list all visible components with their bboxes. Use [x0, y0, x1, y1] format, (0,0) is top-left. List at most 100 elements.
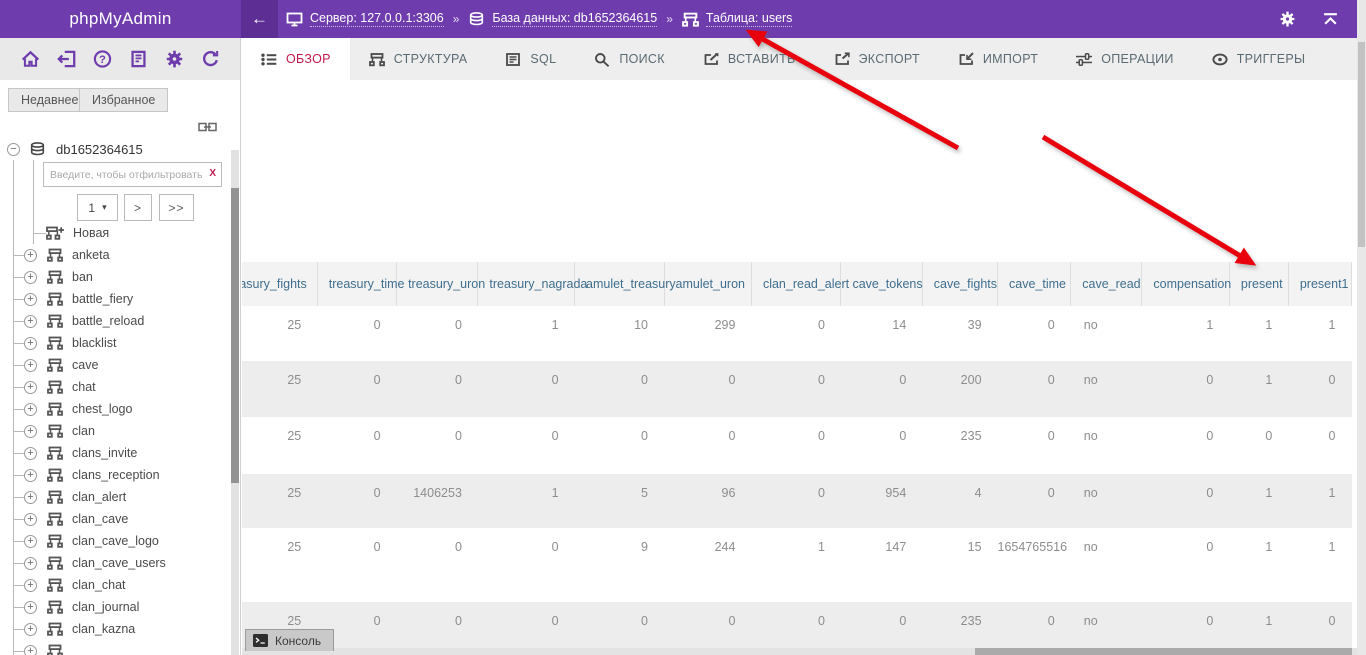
- horizontal-scrollbar-thumb[interactable]: [975, 648, 1352, 655]
- vertical-scrollbar-thumb[interactable]: [1358, 42, 1365, 247]
- sidebar-item-ban[interactable]: +ban: [0, 266, 230, 288]
- tab-импорт[interactable]: ИМПОРТ: [939, 38, 1057, 80]
- tab-вставить[interactable]: ВСТАВИТЬ: [684, 38, 815, 80]
- sidebar-item-chest_logo[interactable]: +chest_logo: [0, 398, 230, 420]
- expand-icon[interactable]: +: [24, 337, 37, 350]
- last-page-button[interactable]: >>: [159, 194, 194, 221]
- collapse-db-icon[interactable]: −: [7, 143, 20, 156]
- column-header-cave_tokens[interactable]: cave_tokens: [841, 262, 922, 306]
- sidebar-item-clan_cave_users[interactable]: +clan_cave_users: [0, 552, 230, 574]
- tab-обзор[interactable]: ОБЗОР: [242, 38, 350, 80]
- column-header-cave_time[interactable]: cave_time: [998, 262, 1071, 306]
- breadcrumb-item[interactable]: Сервер: 127.0.0.1:3306: [286, 11, 444, 27]
- results-table-wrap: treasury_fightstreasury_timetreasury_uro…: [242, 262, 1352, 649]
- expand-icon[interactable]: +: [24, 359, 37, 372]
- column-header-label: treasury_time: [329, 277, 405, 291]
- tab-экспорт[interactable]: ЭКСПОРТ: [815, 38, 939, 80]
- column-header-compensation[interactable]: compensation: [1142, 262, 1229, 306]
- column-header-cave_fights[interactable]: cave_fights: [922, 262, 997, 306]
- expand-icon[interactable]: +: [24, 249, 37, 262]
- sidebar-item-battle_reload[interactable]: +battle_reload: [0, 310, 230, 332]
- page-select-value: 1: [88, 201, 95, 215]
- expand-icon[interactable]: +: [24, 315, 37, 328]
- column-header-clan_read_alert[interactable]: clan_read_alert: [751, 262, 840, 306]
- column-header-treasury_time[interactable]: treasury_time: [317, 262, 396, 306]
- logout-button[interactable]: [57, 50, 76, 68]
- table-icon: [47, 380, 63, 394]
- expand-icon[interactable]: +: [24, 535, 37, 548]
- tab-label: ЭКСПОРТ: [859, 52, 920, 66]
- breadcrumb-separator: »: [666, 12, 673, 26]
- expand-icon[interactable]: +: [24, 381, 37, 394]
- expand-icon[interactable]: +: [24, 403, 37, 416]
- sidebar-item-clans_invite[interactable]: +clans_invite: [0, 442, 230, 464]
- help-button[interactable]: ?: [93, 50, 112, 68]
- breadcrumb-item[interactable]: Таблица: users: [682, 11, 793, 27]
- panel-settings-button[interactable]: [165, 50, 184, 68]
- sidebar-item-clipped[interactable]: +: [0, 640, 230, 655]
- console-button[interactable]: Консоль: [245, 629, 334, 651]
- sidebar-scrollbar-thumb[interactable]: [231, 188, 239, 483]
- expand-icon[interactable]: +: [24, 557, 37, 570]
- tab-поиск[interactable]: ПОИСК: [575, 38, 684, 80]
- sidebar-item-chat[interactable]: +chat: [0, 376, 230, 398]
- sidebar-item-clan[interactable]: +clan: [0, 420, 230, 442]
- expand-icon[interactable]: +: [24, 293, 37, 306]
- column-header-treasury_fights[interactable]: treasury_fights: [242, 262, 317, 306]
- vertical-scrollbar[interactable]: [1357, 0, 1366, 655]
- next-page-button[interactable]: >: [124, 194, 152, 221]
- expand-icon[interactable]: +: [24, 623, 37, 636]
- cell-present1: 1: [1288, 474, 1351, 528]
- settings-button[interactable]: [1279, 11, 1296, 27]
- expand-icon[interactable]: +: [24, 425, 37, 438]
- sidebar-item-clans_reception[interactable]: +clans_reception: [0, 464, 230, 486]
- sidebar-item-clan_chat[interactable]: +clan_chat: [0, 574, 230, 596]
- sidebar-item-clan_journal[interactable]: +clan_journal: [0, 596, 230, 618]
- clear-filter-button[interactable]: X: [209, 168, 216, 179]
- expand-icon[interactable]: +: [24, 271, 37, 284]
- horizontal-scrollbar[interactable]: [242, 648, 1357, 655]
- sidebar-item-clan_alert[interactable]: +clan_alert: [0, 486, 230, 508]
- sidebar-item-clan_cave[interactable]: +clan_cave: [0, 508, 230, 530]
- documentation-button[interactable]: [129, 50, 148, 68]
- tab-структура[interactable]: СТРУКТУРА: [350, 38, 487, 80]
- sidebar-item-battle_fiery[interactable]: +battle_fiery: [0, 288, 230, 310]
- column-header-present[interactable]: present: [1229, 262, 1288, 306]
- expand-icon[interactable]: +: [24, 491, 37, 504]
- sidebar-item-blacklist[interactable]: +blacklist: [0, 332, 230, 354]
- link-panels-icon[interactable]: [198, 120, 217, 134]
- sidebar-item-new-table[interactable]: Новая: [0, 222, 230, 244]
- sidebar-item-database[interactable]: − db1652364615: [0, 138, 143, 160]
- expand-icon[interactable]: +: [24, 579, 37, 592]
- results-body: 2500110299014390no1112500000002000no0102…: [242, 306, 1352, 649]
- column-header-amulet_treasury[interactable]: amulet_treasury: [575, 262, 664, 306]
- refresh-button[interactable]: [201, 50, 220, 68]
- back-button[interactable]: ←: [241, 0, 278, 38]
- tab-операции[interactable]: ОПЕРАЦИИ: [1057, 38, 1193, 80]
- column-header-amulet_uron[interactable]: amulet_uron: [664, 262, 751, 306]
- expand-icon[interactable]: +: [24, 469, 37, 482]
- page-select[interactable]: 1 ▾: [77, 194, 118, 221]
- breadcrumb-item[interactable]: База данных: db1652364615: [468, 11, 657, 27]
- sidebar-item-clan_kazna[interactable]: +clan_kazna: [0, 618, 230, 640]
- sidebar-item-cave[interactable]: +cave: [0, 354, 230, 376]
- database-name[interactable]: db1652364615: [56, 142, 143, 157]
- expand-icon[interactable]: +: [24, 447, 37, 460]
- app-logo[interactable]: phpMyAdmin: [0, 0, 241, 38]
- sidebar-item-anketa[interactable]: +anketa: [0, 244, 230, 266]
- favorite-tables-button[interactable]: Избранное: [79, 88, 168, 112]
- expand-icon[interactable]: +: [24, 601, 37, 614]
- tab-sql[interactable]: SQL: [486, 38, 575, 80]
- column-header-treasury_uron[interactable]: treasury_uron: [397, 262, 478, 306]
- expand-icon[interactable]: +: [24, 513, 37, 526]
- expand-icon[interactable]: +: [24, 645, 37, 655]
- home-button[interactable]: [21, 50, 40, 68]
- filter-tables-input[interactable]: [43, 162, 222, 187]
- column-header-treasury_nagrada[interactable]: treasury_nagrada: [478, 262, 575, 306]
- tab-триггеры[interactable]: ТРИГГЕРЫ: [1193, 38, 1325, 80]
- sidebar-item-clan_cave_logo[interactable]: +clan_cave_logo: [0, 530, 230, 552]
- column-header-present1[interactable]: present1: [1288, 262, 1351, 306]
- column-header-cave_read[interactable]: cave_read: [1071, 262, 1142, 306]
- collapse-header-button[interactable]: [1322, 11, 1339, 27]
- sidebar-scrollbar[interactable]: [231, 150, 239, 655]
